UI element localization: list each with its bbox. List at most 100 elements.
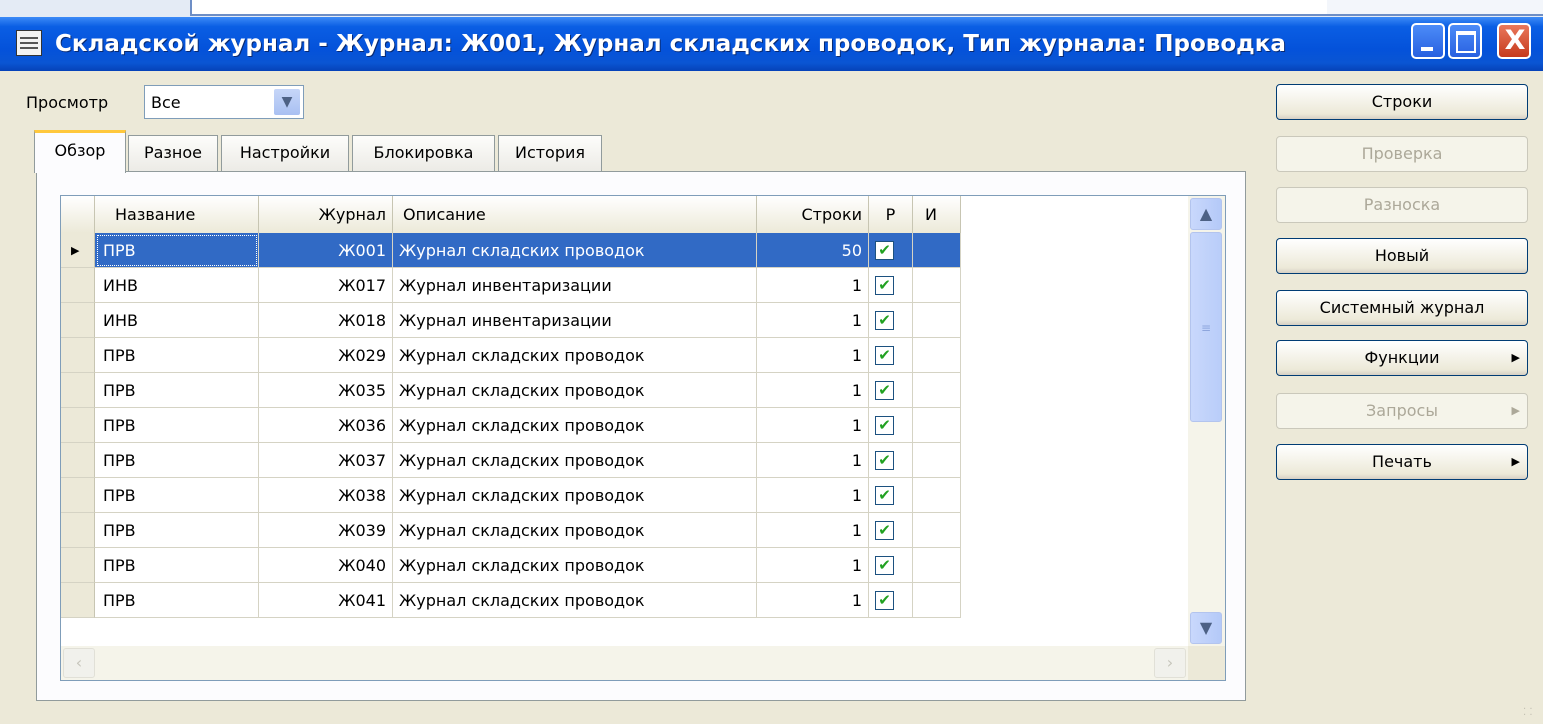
cell-description[interactable]: Журнал складских проводок <box>393 408 757 443</box>
row-indicator[interactable] <box>61 583 95 618</box>
cell-description[interactable]: Журнал складских проводок <box>393 583 757 618</box>
checkmark-icon[interactable]: ✔ <box>875 416 894 435</box>
row-indicator[interactable] <box>61 268 95 303</box>
table-row[interactable]: ПРВ Ж035 Журнал складских проводок 1 ✔ <box>61 373 961 408</box>
posted-checkbox-cell[interactable]: ✔ <box>869 478 913 513</box>
checkmark-icon[interactable]: ✔ <box>875 556 894 575</box>
cell-description[interactable]: Журнал складских проводок <box>393 478 757 513</box>
cell-journal[interactable]: Ж035 <box>259 373 393 408</box>
scroll-down-button[interactable]: ▼ <box>1190 612 1222 644</box>
cell-description[interactable]: Журнал складских проводок <box>393 443 757 478</box>
cell-journal[interactable]: Ж041 <box>259 583 393 618</box>
i-cell[interactable] <box>913 478 961 513</box>
i-cell[interactable] <box>913 338 961 373</box>
cell-description[interactable]: Журнал инвентаризации <box>393 303 757 338</box>
cell-name[interactable]: ПРВ <box>95 513 259 548</box>
cell-lines[interactable]: 1 <box>757 513 869 548</box>
header-lines[interactable]: Строки <box>757 196 869 233</box>
table-row[interactable]: ПРВ Ж038 Журнал складских проводок 1 ✔ <box>61 478 961 513</box>
posted-checkbox-cell[interactable]: ✔ <box>869 443 913 478</box>
cell-name[interactable]: ПРВ <box>95 408 259 443</box>
row-indicator[interactable] <box>61 478 95 513</box>
close-button[interactable]: X <box>1497 23 1531 59</box>
table-row[interactable]: ИНВ Ж017 Журнал инвентаризации 1 ✔ <box>61 268 961 303</box>
header-name[interactable]: Название <box>95 196 259 233</box>
cell-description[interactable]: Журнал складских проводок <box>393 233 757 268</box>
i-cell[interactable] <box>913 583 961 618</box>
i-cell[interactable] <box>913 408 961 443</box>
checkmark-icon[interactable]: ✔ <box>875 486 894 505</box>
checkmark-icon[interactable]: ✔ <box>875 451 894 470</box>
tab-settings[interactable]: Настройки <box>221 135 349 171</box>
functions-button[interactable]: Функции ▶ <box>1276 340 1528 376</box>
posted-checkbox-cell[interactable]: ✔ <box>869 233 913 268</box>
tab-misc[interactable]: Разное <box>128 135 218 171</box>
cell-name[interactable]: ИНВ <box>95 303 259 338</box>
cell-journal[interactable]: Ж038 <box>259 478 393 513</box>
cell-journal[interactable]: Ж017 <box>259 268 393 303</box>
table-row[interactable]: ПРВ Ж040 Журнал складских проводок 1 ✔ <box>61 548 961 583</box>
checkmark-icon[interactable]: ✔ <box>875 591 894 610</box>
checkmark-icon[interactable]: ✔ <box>875 311 894 330</box>
header-i[interactable]: И <box>913 196 961 233</box>
tab-history[interactable]: История <box>498 135 602 171</box>
cell-description[interactable]: Журнал инвентаризации <box>393 268 757 303</box>
checkmark-icon[interactable]: ✔ <box>875 346 894 365</box>
lines-button[interactable]: Строки <box>1276 84 1528 120</box>
cell-journal[interactable]: Ж036 <box>259 408 393 443</box>
chevron-down-icon[interactable]: ▼ <box>274 89 300 115</box>
row-indicator[interactable] <box>61 513 95 548</box>
cell-lines[interactable]: 1 <box>757 583 869 618</box>
posted-checkbox-cell[interactable]: ✔ <box>869 548 913 583</box>
posted-checkbox-cell[interactable]: ✔ <box>869 268 913 303</box>
title-bar[interactable]: Складской журнал - Журнал: Ж001, Журнал … <box>0 17 1543 71</box>
posted-checkbox-cell[interactable]: ✔ <box>869 408 913 443</box>
cell-name[interactable]: ПРВ <box>95 338 259 373</box>
resize-grip-icon[interactable]: . .. . <box>1523 702 1535 718</box>
cell-lines[interactable]: 1 <box>757 373 869 408</box>
cell-lines[interactable]: 1 <box>757 338 869 373</box>
table-row[interactable]: ПРВ Ж037 Журнал складских проводок 1 ✔ <box>61 443 961 478</box>
cell-journal[interactable]: Ж040 <box>259 548 393 583</box>
cell-lines[interactable]: 1 <box>757 303 869 338</box>
cell-lines[interactable]: 1 <box>757 548 869 583</box>
checkmark-icon[interactable]: ✔ <box>875 381 894 400</box>
posted-checkbox-cell[interactable]: ✔ <box>869 373 913 408</box>
checkmark-icon[interactable]: ✔ <box>875 276 894 295</box>
maximize-button[interactable] <box>1448 23 1482 59</box>
horizontal-scrollbar[interactable]: ‹ › <box>61 646 1188 680</box>
row-indicator[interactable] <box>61 338 95 373</box>
cell-name[interactable]: ПРВ <box>95 443 259 478</box>
header-description[interactable]: Описание <box>393 196 757 233</box>
i-cell[interactable] <box>913 548 961 583</box>
header-journal[interactable]: Журнал <box>259 196 393 233</box>
table-row[interactable]: ПРВ Ж039 Журнал складских проводок 1 ✔ <box>61 513 961 548</box>
cell-description[interactable]: Журнал складских проводок <box>393 338 757 373</box>
i-cell[interactable] <box>913 268 961 303</box>
posted-checkbox-cell[interactable]: ✔ <box>869 303 913 338</box>
print-button[interactable]: Печать ▶ <box>1276 444 1528 480</box>
table-row[interactable]: ПРВ Ж036 Журнал складских проводок 1 ✔ <box>61 408 961 443</box>
scroll-right-button[interactable]: › <box>1154 648 1186 678</box>
scroll-up-button[interactable]: ▲ <box>1190 198 1222 230</box>
cell-lines[interactable]: 1 <box>757 268 869 303</box>
row-indicator[interactable] <box>61 373 95 408</box>
cell-journal[interactable]: Ж037 <box>259 443 393 478</box>
cell-description[interactable]: Журнал складских проводок <box>393 373 757 408</box>
table-row[interactable]: ▶ ПРВ Ж001 Журнал складских проводок 50 ✔ <box>61 233 961 268</box>
table-row[interactable]: ПРВ Ж041 Журнал складских проводок 1 ✔ <box>61 583 961 618</box>
row-indicator[interactable] <box>61 408 95 443</box>
tab-overview[interactable]: Обзор <box>34 130 126 173</box>
cell-journal[interactable]: Ж029 <box>259 338 393 373</box>
cell-journal[interactable]: Ж001 <box>259 233 393 268</box>
table-row[interactable]: ИНВ Ж018 Журнал инвентаризации 1 ✔ <box>61 303 961 338</box>
vertical-scrollbar[interactable]: ▲ ≡ ▼ <box>1188 196 1225 646</box>
cell-description[interactable]: Журнал складских проводок <box>393 548 757 583</box>
i-cell[interactable] <box>913 373 961 408</box>
inquiries-button[interactable]: Запросы ▶ <box>1276 393 1528 429</box>
cell-name[interactable]: ПРВ <box>95 373 259 408</box>
cell-description[interactable]: Журнал складских проводок <box>393 513 757 548</box>
cell-name[interactable]: ПРВ <box>95 233 259 268</box>
post-button[interactable]: Разноска <box>1276 187 1528 223</box>
cell-name[interactable]: ПРВ <box>95 548 259 583</box>
